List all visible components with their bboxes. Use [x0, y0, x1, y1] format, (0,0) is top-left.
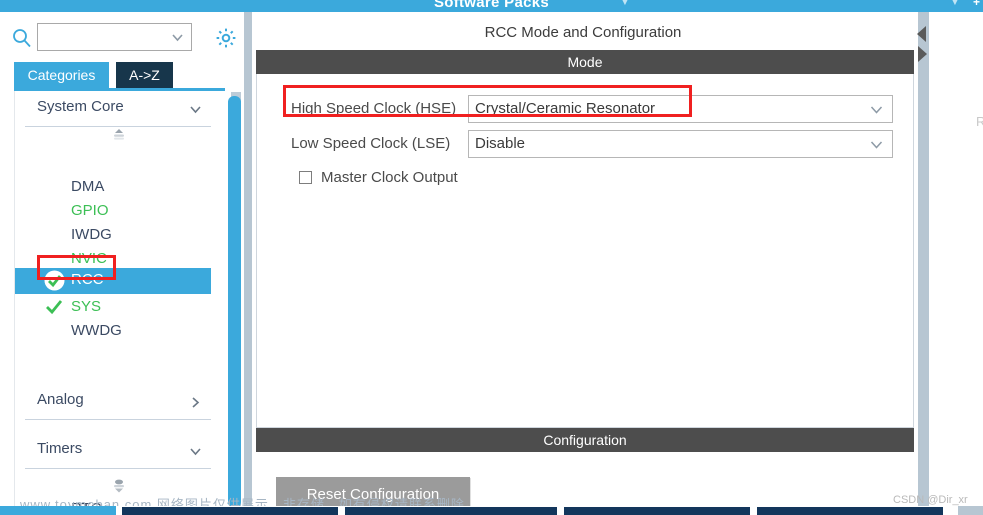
- gear-icon: [216, 28, 236, 48]
- mode-section-header: Mode: [256, 50, 914, 74]
- tree-item-label: RCC: [71, 271, 104, 288]
- panel-splitter[interactable]: [244, 12, 252, 515]
- master-clock-output-label: Master Clock Output: [321, 169, 458, 186]
- taskbar-start-region[interactable]: [0, 506, 116, 515]
- sidebar-scrollbar-thumb[interactable]: [228, 96, 241, 508]
- tree-item-gpio[interactable]: GPIO: [15, 199, 211, 223]
- field-row-hse: High Speed Clock (HSE) Crystal/Ceramic R…: [287, 95, 897, 123]
- hse-value: Crystal/Ceramic Resonator: [475, 100, 656, 117]
- tree-item-dma[interactable]: DMA: [15, 175, 211, 199]
- tree-scroll-up-icon[interactable]: [111, 127, 127, 141]
- search-chevron-down-icon[interactable]: [171, 31, 184, 44]
- tab-a-to-z[interactable]: A->Z: [116, 62, 173, 89]
- chevron-down-icon[interactable]: [870, 138, 883, 151]
- search-input[interactable]: [42, 28, 167, 46]
- tree-scroll-down-icon[interactable]: [111, 479, 127, 493]
- check-circle-icon: [44, 270, 65, 291]
- sidebar-tabs: Categories A->Z: [0, 62, 245, 89]
- triangle-left-icon: [917, 26, 926, 42]
- lse-value: Disable: [475, 135, 526, 152]
- tree-item-label: DMA: [71, 178, 105, 195]
- tree-item-wwdg[interactable]: WWDG: [15, 319, 211, 343]
- tree-group-timers[interactable]: Timers: [15, 433, 211, 469]
- tree-group-divider: [25, 419, 211, 420]
- tab-categories[interactable]: Categories: [14, 62, 109, 89]
- tree-item-label: NVIC: [71, 250, 107, 267]
- app-root: ▼ Software Packs ▼ + Categories A->Z Sys…: [0, 0, 983, 515]
- tree-item-rcc[interactable]: RCC: [15, 268, 211, 294]
- lse-combobox[interactable]: Disable: [468, 130, 893, 158]
- tree-group-analog[interactable]: Analog: [15, 384, 211, 420]
- search-icon: [12, 28, 32, 48]
- search-combobox[interactable]: [37, 23, 192, 51]
- tree-item-label: IWDG: [71, 226, 112, 243]
- tree-group-label: System Core: [37, 98, 124, 115]
- taskbar-tray-region[interactable]: [958, 506, 983, 515]
- page-title: RCC Mode and Configuration: [252, 16, 914, 50]
- field-row-lse: Low Speed Clock (LSE) Disable: [287, 130, 897, 158]
- main-panel: RCC Mode and Configuration Mode High Spe…: [252, 12, 983, 515]
- tree-item-iwdg[interactable]: IWDG: [15, 223, 211, 247]
- tree-group-label: Timers: [37, 440, 83, 457]
- titlebar-caret-right-icon: ▼: [950, 0, 960, 8]
- chevron-down-icon[interactable]: [870, 103, 883, 116]
- component-sidebar: Categories A->Z System Core DMA GPIO IWD…: [0, 12, 245, 515]
- taskbar-item[interactable]: [122, 507, 338, 515]
- taskbar-item[interactable]: [757, 507, 943, 515]
- check-icon: [45, 299, 63, 315]
- triangle-right-icon: [918, 46, 927, 62]
- taskbar-item[interactable]: [345, 507, 557, 515]
- checkbox-icon[interactable]: [299, 171, 312, 184]
- chevron-down-icon[interactable]: [188, 444, 203, 459]
- panel-collapse-control[interactable]: [914, 24, 930, 66]
- tree-group-divider: [25, 468, 211, 469]
- taskbar-item[interactable]: [564, 507, 750, 515]
- lse-label: Low Speed Clock (LSE): [291, 135, 451, 152]
- mode-section-body: High Speed Clock (HSE) Crystal/Ceramic R…: [256, 74, 914, 428]
- chevron-down-icon[interactable]: [188, 102, 203, 117]
- tree-item-label: WWDG: [71, 322, 122, 339]
- os-taskbar: [0, 506, 983, 515]
- watermark-right: CSDN @Dir_xr: [893, 494, 968, 506]
- tree-group-label: Analog: [37, 391, 84, 408]
- titlebar-add-icon[interactable]: +: [973, 0, 980, 9]
- configuration-section-header: Configuration: [256, 428, 914, 452]
- component-tree: System Core DMA GPIO IWDG NVIC RCC SYS W…: [14, 91, 226, 512]
- hse-combobox[interactable]: Crystal/Ceramic Resonator: [468, 95, 893, 123]
- watermark-edge: R: [976, 114, 983, 129]
- tree-group-system-core[interactable]: System Core: [15, 91, 211, 127]
- tree-item-sys[interactable]: SYS: [15, 295, 211, 319]
- sidebar-search-row: [0, 18, 245, 56]
- tree-item-label: SYS: [71, 298, 102, 315]
- app-title: Software Packs: [433, 0, 550, 11]
- main-panel-splitter[interactable]: [918, 12, 929, 515]
- tree-item-label: GPIO: [71, 202, 109, 219]
- chevron-right-icon[interactable]: [188, 395, 203, 410]
- app-titlebar: ▼ Software Packs ▼ +: [0, 0, 983, 12]
- sidebar-settings-button[interactable]: [214, 26, 238, 50]
- hse-label: High Speed Clock (HSE): [291, 100, 457, 117]
